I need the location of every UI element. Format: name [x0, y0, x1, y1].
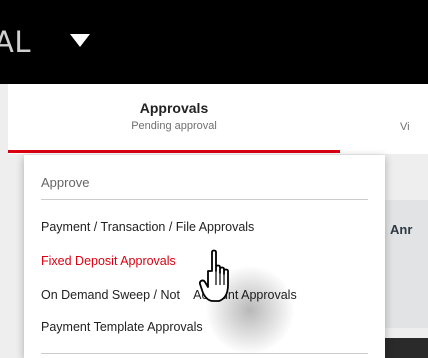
right-card-title: Anr [390, 222, 413, 237]
right-card [383, 200, 428, 328]
tab-approvals-title: Approvals [139, 100, 209, 116]
app-title: AL [0, 25, 31, 59]
menu-divider [41, 199, 368, 200]
hand-pointer-icon [199, 249, 229, 302]
menu-item-fixed-deposit-approvals[interactable]: Fixed Deposit Approvals [41, 254, 176, 268]
menu-heading: Approve [41, 175, 90, 190]
tab-approvals-subtitle: Pending approval [131, 120, 217, 132]
tab-approvals[interactable]: Approvals Pending approval [8, 84, 340, 154]
right-card-footer [383, 338, 428, 358]
active-tab-indicator [8, 150, 340, 153]
top-header-bar: AL [0, 0, 428, 84]
caret-down-icon[interactable] [68, 33, 92, 49]
menu-divider-bottom [41, 353, 368, 354]
tab-next-label[interactable]: Vi [400, 121, 410, 133]
menu-item-payment-transaction-file-approvals[interactable]: Payment / Transaction / File Approvals [41, 220, 254, 234]
tab-bar-edge [0, 84, 8, 154]
menu-item-payment-template-approvals[interactable]: Payment Template Approvals [41, 320, 203, 334]
